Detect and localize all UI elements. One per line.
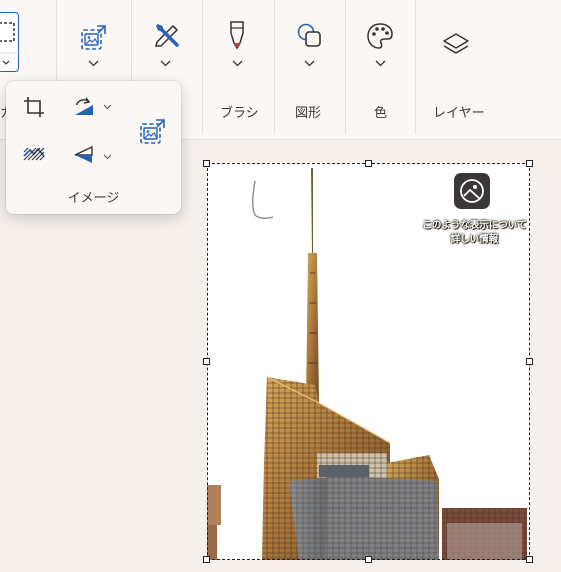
palette-icon bbox=[367, 23, 393, 49]
watermark-line-2: 詳しい情報 bbox=[450, 234, 499, 245]
brush-button[interactable] bbox=[224, 19, 250, 51]
flip-icon bbox=[74, 145, 93, 163]
ribbon-separator bbox=[345, 0, 346, 134]
rotate-icon bbox=[75, 97, 93, 115]
brush-icon bbox=[230, 21, 244, 50]
shapes-button[interactable] bbox=[296, 22, 324, 50]
chevron-down-icon[interactable] bbox=[232, 58, 243, 69]
shapes-icon bbox=[297, 23, 321, 47]
resize-handle-top-left[interactable] bbox=[203, 160, 210, 167]
canvas-image[interactable]: このような表示について 詳しい情報 bbox=[207, 163, 530, 560]
chevron-down-icon[interactable] bbox=[88, 58, 99, 69]
resize-handle-bottom[interactable] bbox=[365, 556, 372, 563]
color-button[interactable] bbox=[366, 22, 394, 50]
image-info-icon[interactable] bbox=[454, 173, 490, 209]
resize-image-icon bbox=[140, 119, 165, 144]
image-resize-icon bbox=[81, 25, 106, 50]
ribbon-separator bbox=[415, 0, 416, 134]
chevron-down-icon[interactable] bbox=[103, 151, 112, 162]
crop-icon bbox=[24, 97, 44, 117]
layers-group-label: レイヤー bbox=[433, 106, 485, 121]
chevron-down-icon[interactable] bbox=[160, 58, 171, 69]
resize-handle-left[interactable] bbox=[203, 358, 210, 365]
watermark-text: このような表示について 詳しい情報 bbox=[417, 219, 530, 247]
ribbon-separator bbox=[202, 0, 203, 134]
image-tools-flyout: イメージ bbox=[6, 81, 181, 214]
flip-button[interactable] bbox=[72, 143, 96, 167]
chevron-down-icon[interactable] bbox=[304, 58, 315, 69]
resize-image-button[interactable] bbox=[138, 116, 168, 146]
color-group-label: 色 bbox=[374, 106, 388, 121]
resize-handle-bottom-right[interactable] bbox=[526, 556, 533, 563]
layers-button[interactable] bbox=[442, 31, 470, 59]
chevron-down-icon[interactable] bbox=[103, 101, 112, 112]
chevron-down-icon[interactable] bbox=[375, 58, 386, 69]
watermark-line-1: このような表示について bbox=[422, 220, 527, 231]
layers-icon bbox=[443, 33, 469, 54]
selection-tool-button[interactable] bbox=[0, 12, 20, 72]
ribbon-separator bbox=[274, 0, 275, 134]
remove-background-button[interactable] bbox=[22, 144, 46, 164]
resize-handle-right[interactable] bbox=[526, 358, 533, 365]
resize-handle-top-right[interactable] bbox=[526, 160, 533, 167]
rotate-button[interactable] bbox=[72, 95, 96, 119]
image-tool-button[interactable] bbox=[79, 22, 109, 52]
image-flyout-label: イメージ bbox=[67, 191, 120, 206]
remove-background-icon bbox=[23, 147, 45, 161]
tools-button[interactable] bbox=[152, 21, 182, 51]
brush-group-label: ブラシ bbox=[220, 106, 259, 121]
pencil-ruler-icon bbox=[155, 24, 179, 47]
shapes-group-label: 図形 bbox=[295, 106, 322, 121]
resize-handle-bottom-left[interactable] bbox=[203, 556, 210, 563]
resize-handle-top[interactable] bbox=[365, 160, 372, 167]
crop-button[interactable] bbox=[23, 96, 45, 118]
